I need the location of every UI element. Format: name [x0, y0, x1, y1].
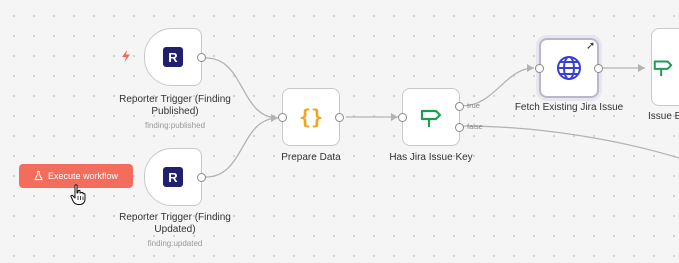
node-label: Fetch Existing Jira Issue: [514, 102, 624, 113]
output-port[interactable]: [197, 173, 206, 182]
signpost-icon: [420, 109, 442, 127]
branch-label-true: true: [467, 101, 480, 110]
input-port[interactable]: [398, 113, 407, 122]
output-port[interactable]: [335, 113, 344, 122]
hand-pointer-icon: [70, 184, 86, 205]
node-has-jira-issue-key[interactable]: [398, 88, 464, 146]
node-label: Issue E: [648, 111, 679, 122]
node-sublabel: finding:published: [144, 121, 206, 130]
workflow-canvas[interactable]: Execute workflow R Reporter Trigger (Fin…: [0, 0, 679, 263]
node-label: Reporter Trigger (Finding Published): [119, 94, 231, 117]
arrow-top-right-icon: ➚: [586, 40, 596, 52]
edge-false-out: [461, 125, 679, 159]
flask-icon: [34, 171, 43, 181]
lightning-bolt-icon: [121, 50, 131, 65]
node-reporter-trigger-published[interactable]: R: [144, 28, 206, 86]
node-label: Reporter Trigger (Finding Updated): [119, 212, 231, 235]
output-port-true[interactable]: [455, 102, 464, 111]
code-braces-icon: {}: [298, 105, 324, 129]
branch-label-false: false: [467, 122, 483, 131]
globe-icon: [557, 56, 581, 80]
input-port[interactable]: [535, 64, 544, 73]
node-sublabel: finding:updated: [147, 239, 203, 248]
signpost-icon: [653, 60, 673, 77]
reporter-logo-icon: R: [163, 47, 183, 67]
output-port[interactable]: [594, 64, 603, 73]
reporter-logo-icon: R: [163, 167, 183, 187]
output-port-false[interactable]: [455, 123, 464, 132]
node-reporter-trigger-updated[interactable]: R: [144, 148, 206, 206]
input-port[interactable]: [278, 113, 287, 122]
node-label: Prepare Data: [281, 152, 341, 163]
node-label: Has Jira Issue Key: [389, 152, 473, 163]
node-prepare-data[interactable]: {}: [278, 88, 344, 146]
output-port[interactable]: [197, 53, 206, 62]
node-issue-partial[interactable]: [651, 28, 679, 106]
execute-workflow-label: Execute workflow: [47, 171, 119, 181]
